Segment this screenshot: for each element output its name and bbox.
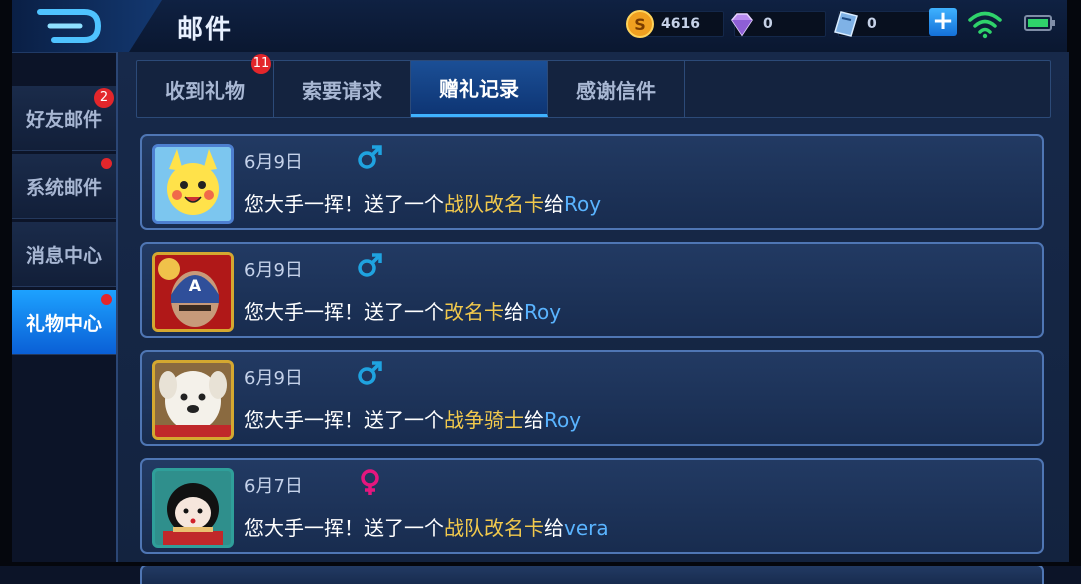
record-message: 您大手一挥！送了一个战争骑士给Roy [244,404,581,433]
sidebar-item-gift-center[interactable]: 礼物中心 [12,290,116,355]
male-icon [358,361,382,385]
voucher-icon [834,11,858,37]
recipient-name[interactable]: Roy [564,192,601,216]
svg-text:S: S [634,15,646,34]
tab-label: 感谢信件 [576,78,656,103]
sidebar-item-label: 系统邮件 [25,176,102,199]
sidebar-item-label: 消息中心 [25,244,102,267]
screen-edge-left [0,0,12,566]
gift-record-item[interactable]: 6月9日 您大手一挥！送了一个战队改名卡给Roy [140,134,1044,230]
tab-label: 赠礼记录 [439,77,519,101]
avatar[interactable] [152,360,234,440]
female-icon [361,469,379,495]
gift-name: 战队改名卡 [444,192,544,216]
mail-category-sidebar: 好友邮件 2 系统邮件 消息中心 礼物中心 [12,86,116,358]
screen-edge-right [1067,0,1081,566]
top-bar: 邮件 S 4616 0 0 + [12,0,1067,53]
gift-tabs: 收到礼物 11 索要请求 赠礼记录 感谢信件 [136,54,1051,118]
tab-gift-record[interactable]: 赠礼记录 [411,61,548,117]
avatar-image: A [155,255,231,329]
wifi-icon [968,11,1002,39]
gold-coin-icon: S [626,10,654,38]
tab-received-gifts[interactable]: 收到礼物 11 [137,54,274,117]
gift-name: 战队改名卡 [444,516,544,540]
message-text: 您大手一挥！送了一个 [244,408,444,432]
tab-label: 收到礼物 [165,78,245,103]
avatar-image [155,147,231,221]
back-arrow-icon [37,9,102,43]
diamond-counter: 0 [731,11,826,37]
gift-record-item[interactable] [140,564,1044,584]
tab-thank-you-letters[interactable]: 感谢信件 [548,61,685,117]
sidebar-item-message-center[interactable]: 消息中心 [12,222,116,287]
male-icon [358,253,382,277]
page-title: 邮件 [177,15,234,45]
message-connector: 给 [544,516,564,540]
screen-edge-bottom [0,562,1081,566]
sidebar-item-system-mail[interactable]: 系统邮件 [12,154,116,219]
avatar[interactable] [152,468,234,548]
avatar-image [155,471,231,545]
avatar-image [155,363,231,437]
recipient-name[interactable]: Roy [544,408,581,432]
sidebar-item-label: 好友邮件 [25,108,102,131]
sidebar-item-label: 礼物中心 [25,312,102,335]
recipient-name[interactable]: Roy [524,300,561,324]
record-message: 您大手一挥！送了一个战队改名卡给vera [244,512,609,541]
gift-record-item[interactable]: A 6月9日 您大手一挥！送了一个改名卡给Roy [140,242,1044,338]
gift-center-red-dot [101,294,112,305]
gift-record-item[interactable]: 6月7日 您大手一挥！送了一个战队改名卡给vera [140,458,1044,554]
record-date: 6月9日 [244,368,303,389]
message-text: 您大手一挥！送了一个 [244,300,444,324]
tab-gift-requests[interactable]: 索要请求 [274,61,411,117]
gold-counter: S 4616 [626,10,724,38]
back-button[interactable] [12,0,162,52]
diamond-icon [731,13,753,37]
avatar[interactable]: A [152,252,234,332]
message-connector: 给 [504,300,524,324]
voucher-amount: 0 [867,16,877,32]
received-gifts-count-badge: 11 [251,54,271,74]
record-message: 您大手一挥！送了一个改名卡给Roy [244,296,561,325]
gift-record-item[interactable]: 6月9日 您大手一挥！送了一个战争骑士给Roy [140,350,1044,446]
gift-center-panel: 收到礼物 11 索要请求 赠礼记录 感谢信件 6月9日 您大手一挥！送了一个战队… [116,52,1069,584]
friend-mail-count-badge: 2 [94,88,114,108]
diamond-amount: 0 [763,16,773,32]
message-connector: 给 [524,408,544,432]
gift-name: 战争骑士 [444,408,524,432]
gold-amount: 4616 [661,16,700,32]
system-mail-red-dot [101,158,112,169]
sidebar-item-friend-mail[interactable]: 好友邮件 2 [12,86,116,151]
gift-name: 改名卡 [444,300,504,324]
record-message: 您大手一挥！送了一个战队改名卡给Roy [244,188,601,217]
recipient-name[interactable]: vera [564,516,609,540]
recharge-plus-button[interactable]: + [929,8,957,36]
svg-text:A: A [189,276,202,295]
male-icon [358,145,382,169]
record-date: 6月7日 [244,476,303,497]
tab-label: 索要请求 [302,78,382,103]
record-date: 6月9日 [244,260,303,281]
message-text: 您大手一挥！送了一个 [244,192,444,216]
avatar[interactable] [152,144,234,224]
message-connector: 给 [544,192,564,216]
message-text: 您大手一挥！送了一个 [244,516,444,540]
battery-icon [1024,15,1055,31]
voucher-counter: 0 [834,11,932,37]
record-date: 6月9日 [244,152,303,173]
